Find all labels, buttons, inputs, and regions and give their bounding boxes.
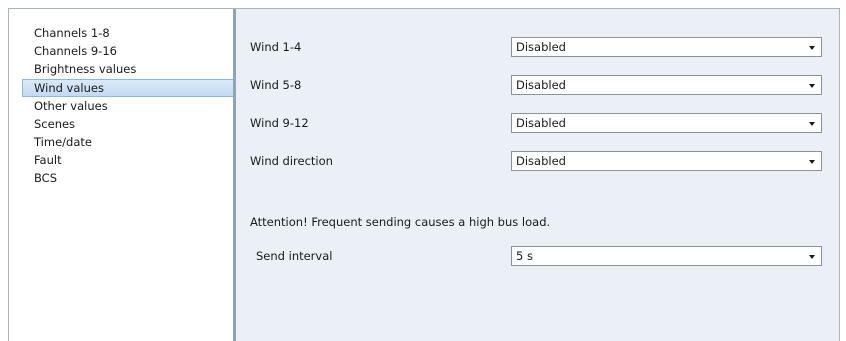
send-interval-select[interactable]: 5 s [511, 246, 822, 266]
bus-load-warning: Attention! Frequent sending causes a hig… [250, 215, 551, 229]
sidebar-nav-list: Channels 1-8 Channels 9-16 Brightness va… [22, 26, 233, 189]
dropdown-arrow-icon [809, 255, 815, 259]
wind-1-4-select[interactable]: Disabled [511, 37, 822, 57]
parameter-sidebar: Channels 1-8 Channels 9-16 Brightness va… [9, 9, 233, 341]
dropdown-arrow-icon [809, 46, 815, 50]
wind-9-12-label: Wind 9-12 [250, 116, 309, 130]
sidebar-item-channels-9-16[interactable]: Channels 9-16 [22, 44, 233, 59]
sidebar-item-other-values[interactable]: Other values [22, 99, 233, 114]
wind-9-12-select[interactable]: Disabled [511, 113, 822, 133]
send-interval-label: Send interval [256, 249, 333, 263]
wind-5-8-value: Disabled [516, 78, 566, 92]
dropdown-arrow-icon [809, 122, 815, 126]
sidebar-item-wind-values[interactable]: Wind values [22, 79, 233, 97]
wind-9-12-value: Disabled [516, 116, 566, 130]
wind-direction-value: Disabled [516, 154, 566, 168]
parameter-content-pane: Wind 1-4 Disabled Wind 5-8 Disabled Wind… [236, 9, 839, 341]
wind-1-4-label: Wind 1-4 [250, 40, 302, 54]
dropdown-arrow-icon [809, 84, 815, 88]
wind-direction-label: Wind direction [250, 154, 333, 168]
sidebar-item-channels-1-8[interactable]: Channels 1-8 [22, 26, 233, 41]
wind-5-8-select[interactable]: Disabled [511, 75, 822, 95]
sidebar-item-time-date[interactable]: Time/date [22, 135, 233, 150]
sidebar-item-bcs[interactable]: BCS [22, 171, 233, 186]
send-interval-value: 5 s [516, 249, 533, 263]
parameter-window: Channels 1-8 Channels 9-16 Brightness va… [8, 8, 840, 341]
wind-5-8-label: Wind 5-8 [250, 78, 302, 92]
sidebar-item-fault[interactable]: Fault [22, 153, 233, 168]
wind-1-4-value: Disabled [516, 40, 566, 54]
sidebar-item-scenes[interactable]: Scenes [22, 117, 233, 132]
wind-direction-select[interactable]: Disabled [511, 151, 822, 171]
dropdown-arrow-icon [809, 160, 815, 164]
sidebar-item-brightness-values[interactable]: Brightness values [22, 62, 233, 77]
